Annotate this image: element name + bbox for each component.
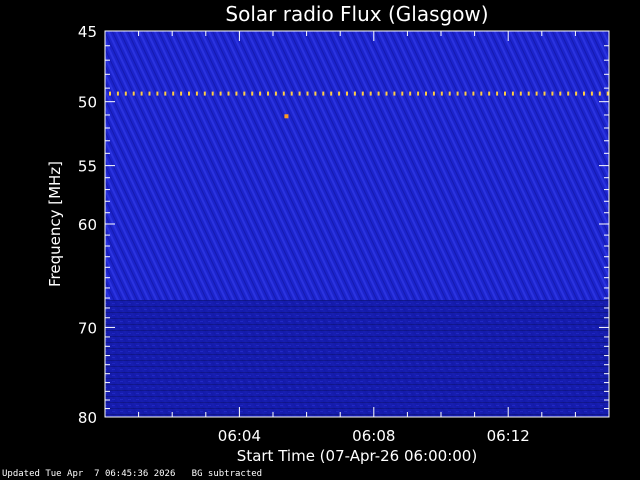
interference-dash (109, 91, 111, 96)
interference-dash (330, 91, 333, 96)
interference-dash (306, 91, 309, 96)
y-tick-label: 80 (78, 409, 97, 427)
interference-dash (282, 91, 285, 96)
interference-dash (227, 91, 230, 96)
interference-dash (583, 91, 585, 96)
interference-dash (425, 91, 427, 96)
interference-dash (369, 91, 372, 96)
interference-dash (322, 91, 325, 96)
interference-dash (590, 91, 593, 96)
interference-dash (140, 91, 143, 96)
interference-dash (511, 91, 514, 96)
interference-dash (259, 91, 262, 96)
interference-dash (124, 91, 127, 96)
spectrogram-chart: 45 50 55 60 70 80 06:04 06:08 06:12 Solar radio… (46, 2, 610, 465)
interference-dash (504, 91, 506, 96)
x-tick-label: 06:12 (487, 427, 530, 445)
interference-dash (606, 91, 609, 96)
interference-dash (298, 91, 301, 96)
interference-dash (211, 91, 214, 96)
interference-dash (251, 91, 254, 96)
y-tick-label: 50 (78, 94, 97, 112)
interference-dash (440, 91, 443, 96)
interference-dash (527, 91, 530, 96)
interference-dash (519, 91, 522, 96)
interference-dash (598, 91, 601, 96)
heatmap-lower-band (105, 300, 609, 417)
interference-dash (274, 91, 277, 96)
y-tick-label: 45 (78, 23, 97, 41)
interference-dash (575, 91, 578, 96)
interference-dash (401, 91, 404, 96)
interference-dash (195, 91, 198, 96)
interference-dash (235, 91, 238, 96)
interference-dash (203, 91, 206, 96)
interference-dash (156, 91, 159, 96)
interference-dash (172, 91, 175, 96)
x-tick-label: 06:04 (218, 427, 261, 445)
interference-dash (132, 91, 135, 96)
interference-dash (267, 91, 269, 96)
interference-dash (543, 91, 546, 96)
footer-note: BG subtracted (191, 469, 263, 479)
y-axis-title: Frequency [MHz] (46, 161, 64, 287)
footer-updated: Updated Tue Apr 7 06:45:36 2026 (2, 469, 176, 479)
interference-dash (148, 91, 151, 96)
chart-title: Solar radio Flux (Glasgow) (225, 2, 488, 26)
interference-dash (448, 91, 451, 96)
interference-dash (472, 91, 475, 96)
interference-dash (551, 91, 554, 96)
interference-dash (559, 91, 562, 96)
interference-dash (377, 91, 380, 96)
interference-dash (116, 91, 119, 96)
interference-dash (432, 91, 435, 96)
interference-dash (393, 91, 396, 96)
interference-dash (385, 91, 388, 96)
y-tick-label: 60 (78, 216, 97, 234)
interference-dash (243, 91, 246, 96)
interference-dash (346, 91, 348, 96)
x-axis-title: Start Time (07-Apr-26 06:00:00) (237, 447, 477, 465)
footer-status: Updated Tue Apr 7 06:45:36 2026 BG subtr… (2, 469, 262, 479)
interference-dash (417, 91, 420, 96)
interference-dash (219, 91, 222, 96)
interference-dash (496, 91, 499, 96)
burst-spot (284, 114, 289, 119)
interference-dash (164, 91, 167, 96)
x-tick-label: 06:08 (352, 427, 395, 445)
interference-dash (353, 91, 356, 96)
interference-dash (456, 91, 459, 96)
interference-dash (290, 91, 293, 96)
interference-dash (338, 91, 341, 96)
y-tick-label: 55 (78, 158, 97, 176)
interference-dash (464, 91, 467, 96)
interference-dash (488, 91, 491, 96)
interference-dash (567, 91, 570, 96)
interference-dash (361, 91, 364, 96)
interference-dash (409, 91, 412, 96)
interference-dash (180, 91, 183, 96)
interference-dash (480, 91, 483, 96)
interference-dash (535, 91, 538, 96)
y-tick-label: 70 (78, 319, 97, 337)
interference-dash (314, 91, 317, 96)
interference-dash (188, 91, 190, 96)
